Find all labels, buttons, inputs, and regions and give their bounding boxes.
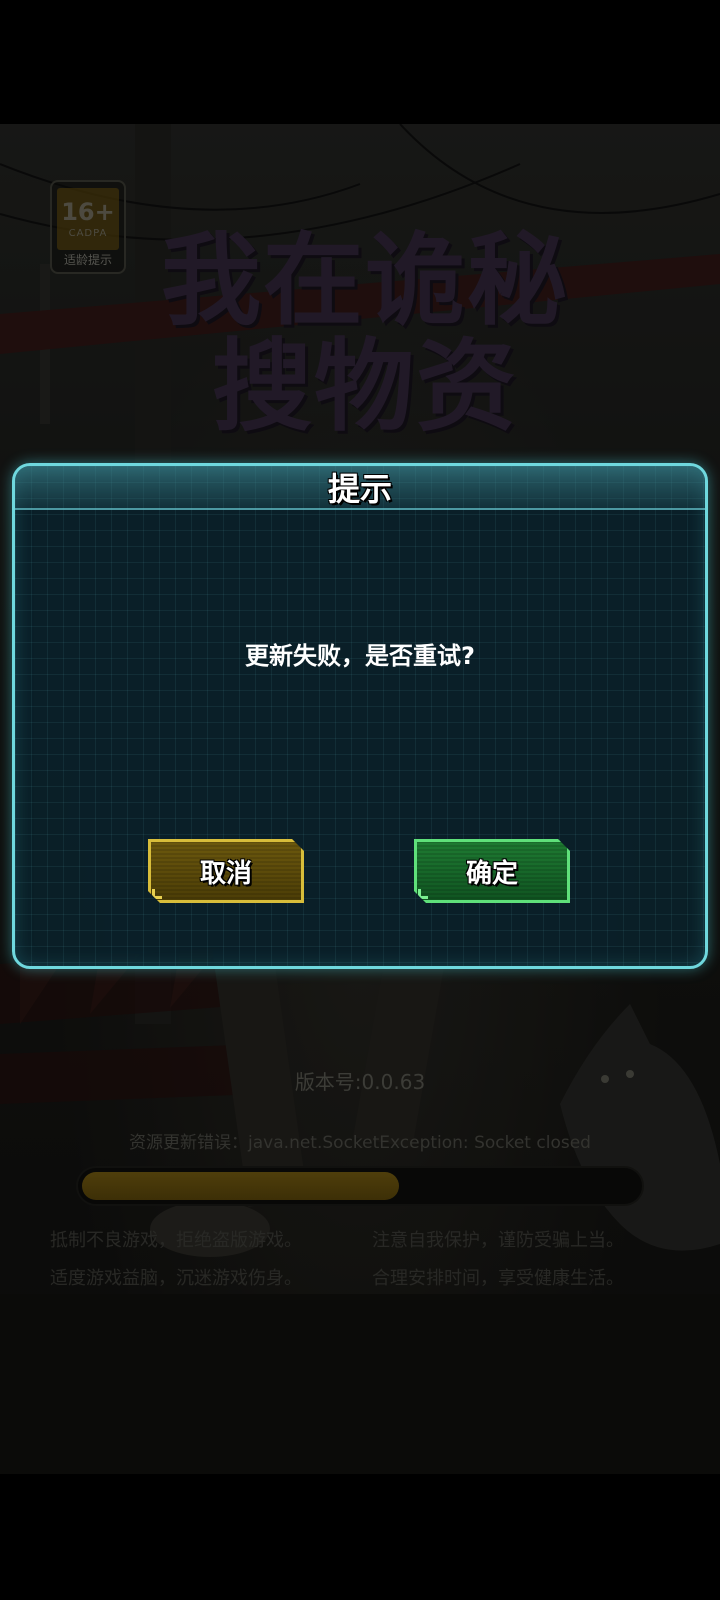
corner-accent-icon (418, 889, 428, 899)
top-letterbox (0, 0, 720, 124)
cancel-button-label: 取消 (199, 858, 252, 889)
bottom-letterbox (0, 1474, 720, 1600)
dialog-message: 更新失败，是否重试? (245, 642, 475, 670)
confirm-button-label: 确定 (465, 858, 518, 889)
confirm-button[interactable]: 确定 (414, 839, 570, 903)
corner-accent-icon (152, 889, 162, 899)
retry-dialog: 提示 更新失败，是否重试? 取消 确定 (12, 463, 708, 969)
cancel-button[interactable]: 取消 (148, 839, 304, 903)
dialog-title: 提示 (327, 470, 392, 508)
